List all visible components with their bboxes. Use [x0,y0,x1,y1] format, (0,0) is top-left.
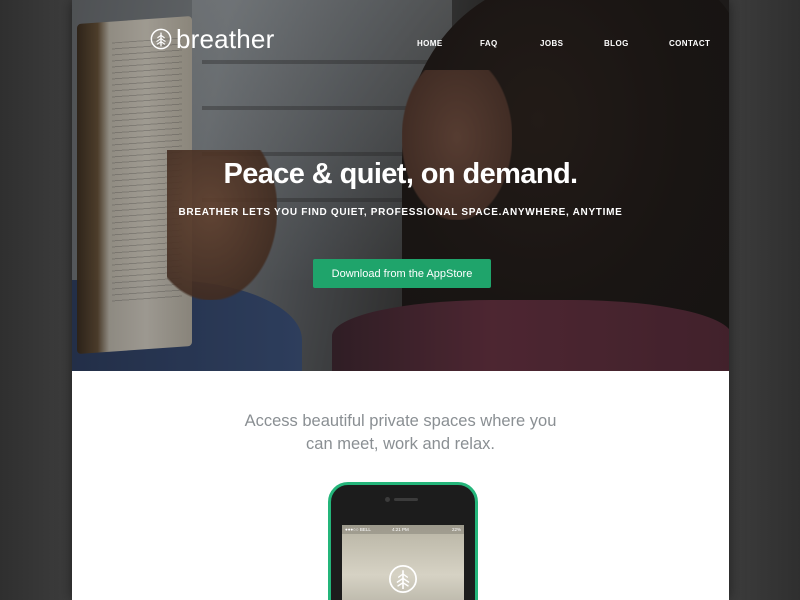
phone-screen: ●●●○○ BELL 4:21 PM 22% [342,525,464,600]
hero-section: breather HOME FAQ JOBS BLOG CONTACT Peac… [72,0,729,371]
nav-home[interactable]: HOME [417,39,443,48]
nav-faq[interactable]: FAQ [480,39,498,48]
hero-headline: Peace & quiet, on demand. [223,158,578,190]
intro-line-2: can meet, work and relax. [306,435,495,453]
nav-blog[interactable]: BLOG [604,39,629,48]
phone-status-bar: ●●●○○ BELL 4:21 PM 22% [342,525,464,534]
intro-text: Access beautiful private spaces where yo… [72,410,729,456]
phone-carrier: ●●●○○ BELL [345,527,371,532]
tree-circle-icon [389,565,417,593]
hero-subheadline: BREATHER LETS YOU FIND QUIET, PROFESSION… [178,207,623,218]
phone-camera [385,497,390,502]
intro-line-1: Access beautiful private spaces where yo… [244,412,557,430]
landing-page: breather HOME FAQ JOBS BLOG CONTACT Peac… [72,0,729,600]
phone-mockup: ●●●○○ BELL 4:21 PM 22% [328,482,478,600]
right-backdrop [728,0,800,600]
download-appstore-button[interactable]: Download from the AppStore [313,259,491,288]
phone-battery: 22% [451,527,461,532]
phone-time: 4:21 PM [392,527,409,532]
left-backdrop [0,0,72,600]
nav-jobs[interactable]: JOBS [540,39,563,48]
phone-speaker [394,498,418,501]
main-nav: HOME FAQ JOBS BLOG CONTACT [72,39,729,53]
nav-contact[interactable]: CONTACT [669,39,710,48]
